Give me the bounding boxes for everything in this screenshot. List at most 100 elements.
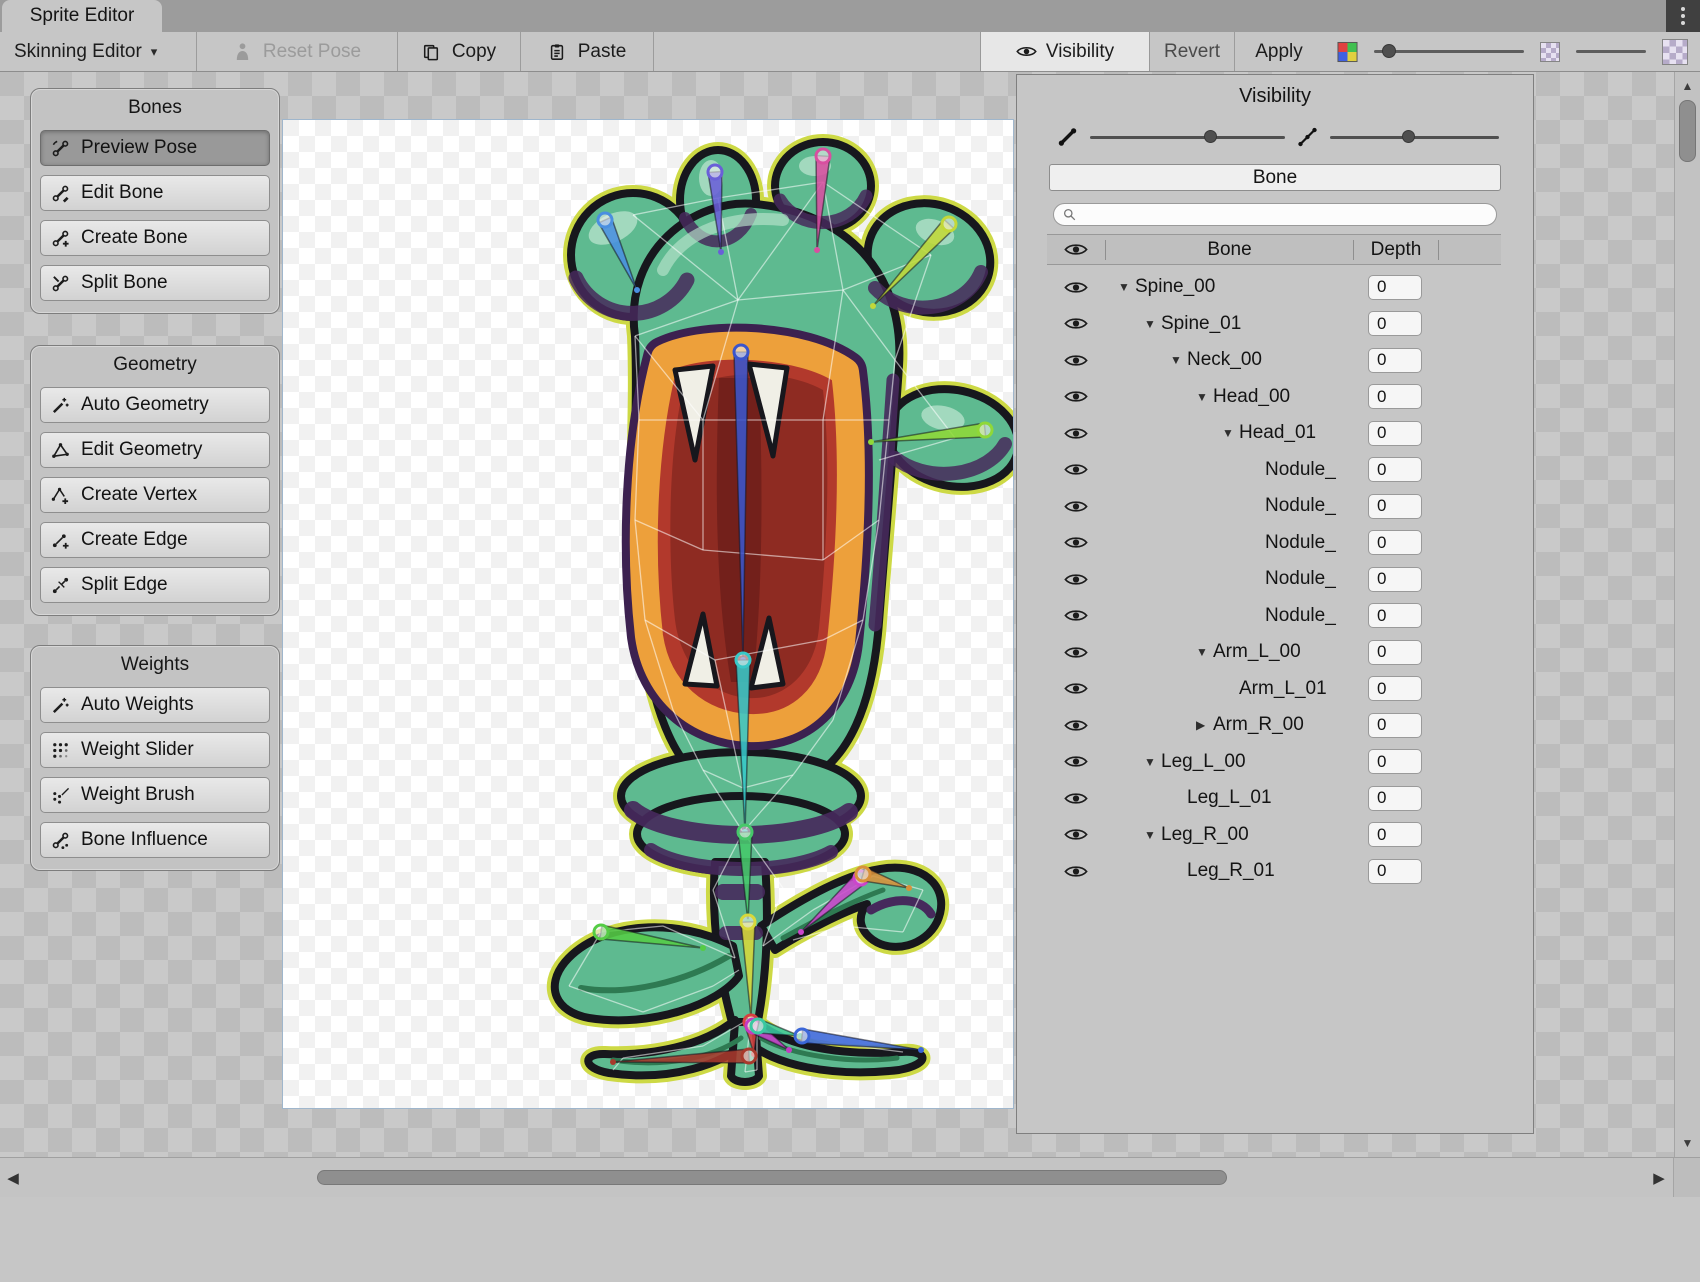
depth-input[interactable]	[1368, 457, 1422, 482]
apply-button[interactable]: Apply	[1235, 32, 1323, 71]
bone-row[interactable]: ▼Head_00	[1047, 379, 1501, 416]
horizontal-scrollbar[interactable]: ◀ ▶	[0, 1157, 1700, 1197]
bone-row[interactable]: Arm_L_01	[1047, 671, 1501, 708]
visibility-eye-toggle[interactable]	[1047, 645, 1105, 660]
foldout-arrow-icon[interactable]: ▶	[1196, 718, 1213, 732]
reset-pose-button[interactable]: Reset Pose	[197, 32, 397, 71]
scroll-up-button[interactable]: ▲	[1675, 74, 1700, 98]
split-edge-button[interactable]: Split Edge	[40, 567, 270, 603]
slider-knob[interactable]	[1382, 44, 1396, 58]
auto-geometry-button[interactable]: Auto Geometry	[40, 387, 270, 423]
visibility-eye-toggle[interactable]	[1047, 280, 1105, 295]
create-edge-button[interactable]: Create Edge	[40, 522, 270, 558]
checker-swatch-icon[interactable]	[1662, 39, 1688, 65]
weight-slider-button[interactable]: Weight Slider	[40, 732, 270, 768]
bone-row[interactable]: Leg_L_01	[1047, 780, 1501, 817]
foldout-arrow-icon[interactable]: ▼	[1144, 828, 1161, 842]
depth-input[interactable]	[1368, 384, 1422, 409]
opacity-slider[interactable]	[1374, 50, 1524, 53]
bone-size-slider[interactable]	[1330, 136, 1499, 139]
skinning-editor-dropdown[interactable]: Skinning Editor ▾	[0, 32, 196, 71]
visibility-eye-toggle[interactable]	[1047, 681, 1105, 696]
depth-input[interactable]	[1368, 786, 1422, 811]
bone-row[interactable]: Nodule_	[1047, 525, 1501, 562]
slider-knob[interactable]	[1204, 130, 1217, 143]
visibility-eye-toggle[interactable]	[1047, 754, 1105, 769]
search-input[interactable]	[1090, 206, 1487, 224]
foldout-arrow-icon[interactable]: ▼	[1170, 353, 1187, 367]
scroll-right-button[interactable]: ▶	[1646, 1158, 1672, 1198]
visibility-eye-toggle[interactable]	[1047, 389, 1105, 404]
scroll-down-button[interactable]: ▼	[1675, 1131, 1700, 1155]
visibility-eye-toggle[interactable]	[1047, 353, 1105, 368]
foldout-arrow-icon[interactable]: ▼	[1196, 645, 1213, 659]
foldout-arrow-icon[interactable]: ▼	[1196, 390, 1213, 404]
visibility-eye-toggle[interactable]	[1047, 608, 1105, 623]
depth-input[interactable]	[1368, 421, 1422, 446]
depth-input[interactable]	[1368, 713, 1422, 738]
visibility-eye-toggle[interactable]	[1047, 499, 1105, 514]
tab-sprite-editor[interactable]: Sprite Editor	[2, 0, 162, 32]
depth-input[interactable]	[1368, 749, 1422, 774]
create-bone-button[interactable]: Create Bone	[40, 220, 270, 256]
bone-row[interactable]: Nodule_	[1047, 598, 1501, 635]
vertical-scrollbar-thumb[interactable]	[1679, 100, 1696, 162]
depth-input[interactable]	[1368, 859, 1422, 884]
visibility-eye-toggle[interactable]	[1047, 535, 1105, 550]
visibility-eye-toggle[interactable]	[1047, 864, 1105, 879]
create-vertex-button[interactable]: Create Vertex	[40, 477, 270, 513]
auto-weights-button[interactable]: Auto Weights	[40, 687, 270, 723]
bone-row[interactable]: Nodule_	[1047, 488, 1501, 525]
bone-row[interactable]: Nodule_	[1047, 561, 1501, 598]
weight-brush-button[interactable]: Weight Brush	[40, 777, 270, 813]
bone-row[interactable]: ▼Leg_L_00	[1047, 744, 1501, 781]
depth-input[interactable]	[1368, 275, 1422, 300]
visibility-eye-toggle[interactable]	[1047, 572, 1105, 587]
scroll-left-button[interactable]: ◀	[0, 1158, 26, 1198]
slider-knob[interactable]	[1402, 130, 1415, 143]
checker-swatch-icon[interactable]	[1540, 42, 1560, 62]
bone-influence-button[interactable]: Bone Influence	[40, 822, 270, 858]
visibility-eye-toggle[interactable]	[1047, 462, 1105, 477]
depth-input[interactable]	[1368, 822, 1422, 847]
edit-geometry-button[interactable]: Edit Geometry	[40, 432, 270, 468]
split-bone-button[interactable]: Split Bone	[40, 265, 270, 301]
bone-row[interactable]: Nodule_	[1047, 452, 1501, 489]
bone-row[interactable]: ▼Spine_01	[1047, 306, 1501, 343]
depth-input[interactable]	[1368, 640, 1422, 665]
bone-search-field[interactable]	[1053, 203, 1497, 226]
sprite-canvas[interactable]	[283, 120, 1013, 1108]
bone-row[interactable]: ▼Neck_00	[1047, 342, 1501, 379]
depth-input[interactable]	[1368, 530, 1422, 555]
bone-opacity-slider[interactable]	[1090, 136, 1285, 139]
horizontal-scrollbar-thumb[interactable]	[317, 1170, 1227, 1185]
visibility-eye-toggle[interactable]	[1047, 791, 1105, 806]
bone-row[interactable]: ▼Head_01	[1047, 415, 1501, 452]
bone-row[interactable]: ▼Arm_L_00	[1047, 634, 1501, 671]
visibility-eye-toggle[interactable]	[1047, 426, 1105, 441]
visibility-toggle-button[interactable]: Visibility	[980, 32, 1150, 71]
foldout-arrow-icon[interactable]: ▼	[1222, 426, 1239, 440]
secondary-slider[interactable]	[1576, 50, 1646, 53]
bone-row[interactable]: Leg_R_01	[1047, 853, 1501, 890]
visibility-eye-toggle[interactable]	[1047, 718, 1105, 733]
vertical-scrollbar[interactable]: ▲ ▼	[1674, 72, 1700, 1157]
foldout-arrow-icon[interactable]: ▼	[1144, 317, 1161, 331]
visibility-eye-toggle[interactable]	[1047, 316, 1105, 331]
foldout-arrow-icon[interactable]: ▼	[1144, 755, 1161, 769]
foldout-arrow-icon[interactable]: ▼	[1118, 280, 1135, 294]
bone-row[interactable]: ▶Arm_R_00	[1047, 707, 1501, 744]
edit-bone-button[interactable]: Edit Bone	[40, 175, 270, 211]
depth-input[interactable]	[1368, 311, 1422, 336]
preview-pose-button[interactable]: Preview Pose	[40, 130, 270, 166]
bone-tab-button[interactable]: Bone	[1049, 164, 1501, 191]
depth-input[interactable]	[1368, 567, 1422, 592]
paste-button[interactable]: Paste	[521, 32, 653, 71]
color-swatch-icon[interactable]	[1337, 40, 1358, 64]
bone-row[interactable]: ▼Spine_00	[1047, 269, 1501, 306]
depth-input[interactable]	[1368, 603, 1422, 628]
bone-row[interactable]: ▼Leg_R_00	[1047, 817, 1501, 854]
copy-button[interactable]: Copy	[398, 32, 520, 71]
kebab-menu-icon[interactable]	[1666, 0, 1700, 32]
depth-input[interactable]	[1368, 348, 1422, 373]
